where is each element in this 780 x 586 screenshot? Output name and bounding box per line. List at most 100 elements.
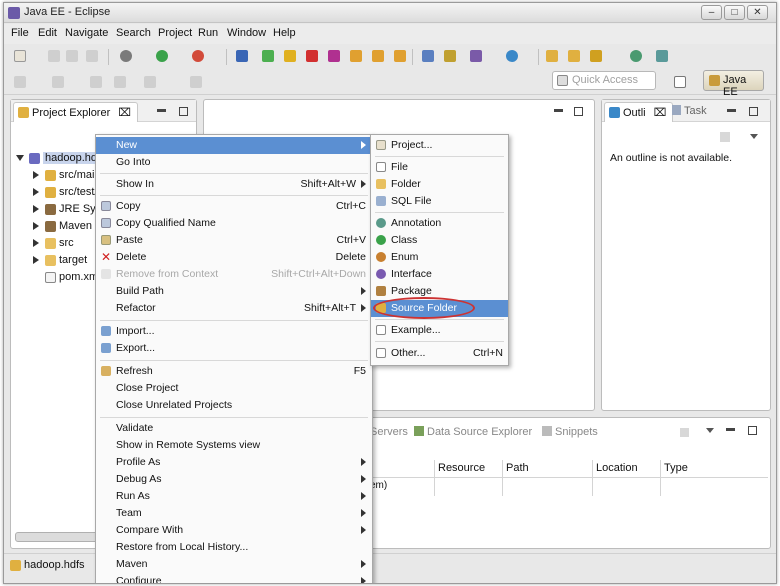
- print-icon[interactable]: [86, 50, 98, 62]
- tab-project-explorer[interactable]: Project Explorer ⌧: [13, 102, 139, 122]
- open-perspective-icon[interactable]: [674, 76, 686, 88]
- menu-item-refresh[interactable]: Refresh F5: [96, 363, 372, 380]
- menu-item-go-into[interactable]: Go Into: [96, 154, 372, 171]
- wand-icon[interactable]: [236, 50, 248, 62]
- resume-icon[interactable]: [262, 50, 274, 62]
- menu-item-copy[interactable]: Copy Ctrl+C: [96, 198, 372, 215]
- column-resource[interactable]: Resource: [438, 462, 485, 474]
- submenu-item-file[interactable]: File: [371, 159, 508, 176]
- view-menu-icon[interactable]: [750, 134, 758, 139]
- submenu-item-annotation[interactable]: Annotation: [371, 215, 508, 232]
- gear-icon[interactable]: [120, 50, 132, 62]
- maximize-view-icon[interactable]: [749, 107, 758, 116]
- menu-item-close-project[interactable]: Close Project: [96, 380, 372, 397]
- close-view-icon[interactable]: ⌧: [654, 107, 667, 119]
- expand-arrow-icon[interactable]: [33, 171, 39, 179]
- minimize-view-icon[interactable]: [157, 109, 166, 112]
- expand-arrow-icon[interactable]: [33, 205, 39, 213]
- submenu-item-class[interactable]: Class: [371, 232, 508, 249]
- menu-item-show-in[interactable]: Show In Shift+Alt+W: [96, 176, 372, 193]
- web-browser-icon[interactable]: [630, 50, 642, 62]
- server-icon[interactable]: [470, 50, 482, 62]
- suspend-icon[interactable]: [284, 50, 296, 62]
- submenu-item-project[interactable]: Project...: [371, 137, 508, 154]
- menu-item-team[interactable]: Team: [96, 505, 372, 522]
- tab-outline[interactable]: Outli ⌧: [604, 102, 674, 122]
- menu-navigate[interactable]: Navigate: [65, 27, 108, 39]
- back-icon[interactable]: [14, 76, 26, 88]
- horizontal-scrollbar[interactable]: [15, 532, 107, 542]
- column-type[interactable]: Type: [664, 462, 688, 474]
- tab-snippets[interactable]: Snippets: [542, 426, 598, 438]
- submenu-item-source-folder[interactable]: Source Folder: [371, 297, 508, 319]
- menu-item-copy-qualified-name[interactable]: Copy Qualified Name: [96, 215, 372, 232]
- expand-arrow-icon[interactable]: [33, 222, 39, 230]
- menu-help[interactable]: Help: [273, 27, 296, 39]
- close-view-icon[interactable]: ⌧: [118, 107, 131, 119]
- menu-project[interactable]: Project: [158, 27, 192, 39]
- open-type-icon[interactable]: [422, 50, 434, 62]
- close-button[interactable]: ✕: [747, 5, 768, 20]
- menu-item-run-as[interactable]: Run As: [96, 488, 372, 505]
- menu-item-maven[interactable]: Maven: [96, 556, 372, 573]
- save-icon[interactable]: [48, 50, 60, 62]
- minimize-button[interactable]: –: [701, 5, 722, 20]
- search-icon[interactable]: [656, 50, 668, 62]
- menu-item-refactor[interactable]: Refactor Shift+Alt+T: [96, 300, 372, 317]
- menu-item-show-in-remote-systems[interactable]: Show in Remote Systems view: [96, 437, 372, 454]
- save-all-icon[interactable]: [66, 50, 78, 62]
- submenu-item-enum[interactable]: Enum: [371, 249, 508, 266]
- menu-run[interactable]: Run: [198, 27, 218, 39]
- menu-item-export[interactable]: Export...: [96, 340, 372, 357]
- tab-servers[interactable]: Servers: [370, 426, 408, 438]
- menu-item-profile-as[interactable]: Profile As: [96, 454, 372, 471]
- step-over-icon[interactable]: [372, 50, 384, 62]
- expand-arrow-icon[interactable]: [16, 155, 24, 161]
- menu-edit[interactable]: Edit: [38, 27, 57, 39]
- forward-icon[interactable]: [52, 76, 64, 88]
- menu-item-delete[interactable]: ✕ Delete Delete: [96, 249, 372, 266]
- sort-icon[interactable]: [720, 132, 730, 142]
- minimize-view-icon[interactable]: [727, 109, 736, 112]
- view-menu-icon[interactable]: [706, 428, 714, 433]
- column-location[interactable]: Location: [596, 462, 638, 474]
- last-edit-icon[interactable]: [90, 76, 102, 88]
- menu-item-paste[interactable]: Paste Ctrl+V: [96, 232, 372, 249]
- menu-item-build-path[interactable]: Build Path: [96, 283, 372, 300]
- submenu-item-folder[interactable]: Folder: [371, 176, 508, 193]
- run-icon[interactable]: [156, 50, 168, 62]
- nav-back-icon[interactable]: [114, 76, 126, 88]
- minimize-view-icon[interactable]: [726, 428, 735, 431]
- submenu-item-other[interactable]: Other... Ctrl+N: [371, 345, 508, 362]
- quick-access-input[interactable]: Quick Access: [552, 71, 656, 90]
- menu-file[interactable]: File: [11, 27, 29, 39]
- submenu-item-interface[interactable]: Interface: [371, 266, 508, 283]
- run-external-icon[interactable]: [192, 50, 204, 62]
- pin-icon[interactable]: [190, 76, 202, 88]
- menu-item-import[interactable]: Import...: [96, 323, 372, 340]
- globe-icon[interactable]: [506, 50, 518, 62]
- folder-icon[interactable]: [546, 50, 558, 62]
- submenu-item-example[interactable]: Example...: [371, 322, 508, 339]
- menu-item-validate[interactable]: Validate: [96, 420, 372, 437]
- tab-data-source-explorer[interactable]: Data Source Explorer: [414, 426, 532, 438]
- maximize-button[interactable]: □: [724, 5, 745, 20]
- terminate-icon[interactable]: [306, 50, 318, 62]
- minimize-editor-icon[interactable]: [554, 109, 563, 112]
- disconnect-icon[interactable]: [328, 50, 340, 62]
- nav-forward-icon[interactable]: [144, 76, 156, 88]
- pencil-icon[interactable]: [590, 50, 602, 62]
- menu-search[interactable]: Search: [116, 27, 151, 39]
- step-into-icon[interactable]: [350, 50, 362, 62]
- filter-icon[interactable]: [680, 428, 689, 437]
- menu-item-configure[interactable]: Configure: [96, 573, 372, 583]
- menu-item-debug-as[interactable]: Debug As: [96, 471, 372, 488]
- menu-window[interactable]: Window: [227, 27, 266, 39]
- java-ee-perspective-button[interactable]: Java EE: [703, 70, 764, 98]
- new-icon[interactable]: [14, 50, 26, 62]
- expand-arrow-icon[interactable]: [33, 188, 39, 196]
- tab-task[interactable]: Task: [672, 105, 707, 117]
- expand-arrow-icon[interactable]: [33, 256, 39, 264]
- maximize-view-icon[interactable]: [179, 107, 188, 116]
- menu-item-restore-from-local-history[interactable]: Restore from Local History...: [96, 539, 372, 556]
